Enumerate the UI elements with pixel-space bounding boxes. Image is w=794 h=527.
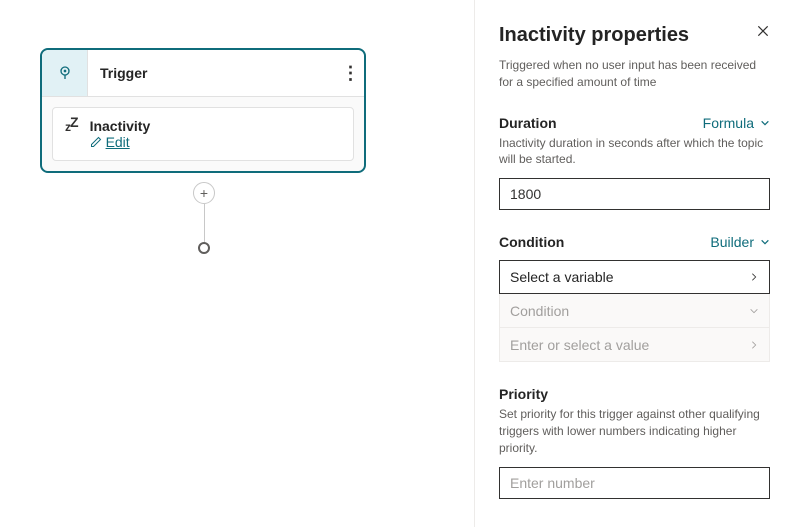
edit-link[interactable]: Edit: [90, 134, 151, 150]
duration-formula-link[interactable]: Formula: [703, 115, 770, 131]
priority-desc: Set priority for this trigger against ot…: [499, 406, 770, 456]
inactivity-title: Inactivity: [90, 118, 151, 134]
edit-label: Edit: [106, 134, 130, 150]
connector-line: [204, 204, 205, 242]
priority-input[interactable]: [499, 467, 770, 499]
trigger-icon: [42, 50, 88, 96]
properties-panel: Inactivity properties Triggered when no …: [474, 0, 794, 527]
condition-section: Condition Builder Select a variable Cond…: [499, 234, 770, 362]
condition-value-placeholder: Enter or select a value: [510, 337, 649, 353]
panel-subtitle: Triggered when no user input has been re…: [499, 57, 770, 91]
priority-title: Priority: [499, 386, 770, 402]
inactivity-icon: zZ: [65, 118, 78, 134]
trigger-header: Trigger ⋮: [42, 50, 364, 96]
close-button[interactable]: [756, 24, 770, 41]
priority-section: Priority Set priority for this trigger a…: [499, 386, 770, 498]
duration-input[interactable]: [499, 178, 770, 210]
duration-section: Duration Formula Inactivity duration in …: [499, 115, 770, 211]
more-button[interactable]: ⋮: [336, 63, 364, 84]
panel-title: Inactivity properties: [499, 24, 689, 47]
condition-operator-row: Condition: [499, 294, 770, 328]
duration-desc: Inactivity duration in seconds after whi…: [499, 135, 770, 169]
select-variable-placeholder: Select a variable: [510, 269, 614, 285]
condition-builder-link[interactable]: Builder: [710, 234, 770, 250]
select-variable-dropdown[interactable]: Select a variable: [499, 260, 770, 294]
condition-operator-label: Condition: [510, 303, 569, 319]
trigger-title: Trigger: [88, 65, 336, 81]
duration-title: Duration: [499, 115, 557, 131]
canvas: Trigger ⋮ zZ Inactivity Edit +: [0, 0, 474, 527]
condition-title: Condition: [499, 234, 564, 250]
inactivity-card[interactable]: zZ Inactivity Edit: [52, 107, 354, 161]
condition-value-row: Enter or select a value: [499, 328, 770, 362]
trigger-card[interactable]: Trigger ⋮ zZ Inactivity Edit: [40, 48, 366, 173]
terminal-node: [198, 242, 210, 254]
add-node-button[interactable]: +: [193, 182, 215, 204]
